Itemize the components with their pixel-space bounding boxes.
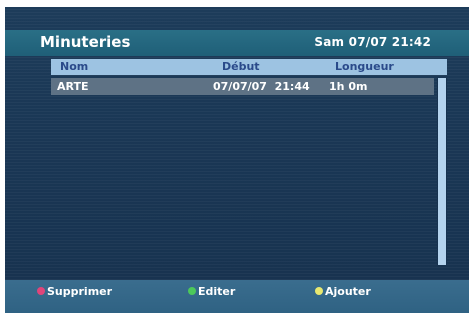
page-title: Minuteries [40, 33, 131, 51]
green-button-icon [188, 287, 196, 295]
delete-action[interactable]: Supprimer [37, 284, 112, 298]
tv-screen: Minuteries Sam 07/07 21:42 Nom Début Lon… [5, 7, 469, 313]
footer-bar: Supprimer Editer Ajouter [5, 280, 469, 313]
timer-row-start: 07/07/07 21:44 [213, 80, 310, 93]
timer-row[interactable]: ARTE 07/07/07 21:44 1h 0m [51, 78, 434, 95]
timer-row-name: ARTE [57, 80, 89, 93]
edit-action[interactable]: Editer [188, 284, 235, 298]
yellow-button-icon [315, 287, 323, 295]
delete-label: Supprimer [47, 284, 113, 298]
column-header-start: Début [222, 60, 260, 73]
add-action[interactable]: Ajouter [315, 284, 371, 298]
scrollbar-thumb[interactable] [438, 78, 446, 265]
red-button-icon [37, 287, 45, 295]
header-bar: Minuteries Sam 07/07 21:42 [5, 30, 469, 56]
column-header-bar: Nom Début Longueur [51, 59, 447, 75]
date-time-display: Sam 07/07 21:42 [314, 35, 431, 49]
column-header-length: Longueur [335, 60, 394, 73]
timer-row-length: 1h 0m [329, 80, 368, 93]
edit-label: Editer [198, 284, 236, 298]
add-label: Ajouter [325, 284, 371, 298]
scrollbar[interactable] [437, 78, 447, 265]
timer-list: Nom Début Longueur ARTE 07/07/07 21:44 1… [51, 59, 447, 265]
column-header-name: Nom [60, 60, 89, 73]
